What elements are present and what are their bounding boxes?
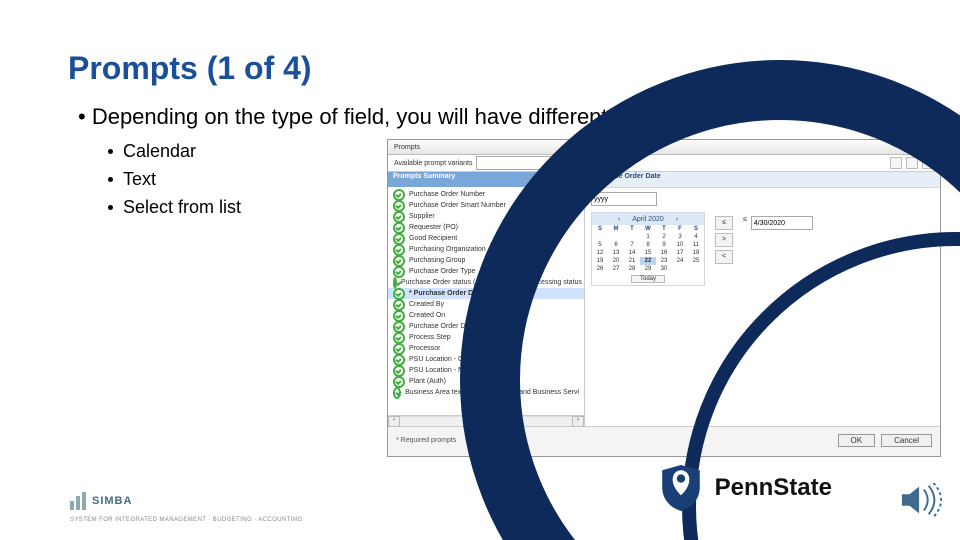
required-note: * Required prompts [396, 437, 456, 444]
pennstate-wordmark: PennState [715, 474, 832, 502]
sub-bullet: Select from list [123, 194, 241, 222]
check-icon [393, 277, 397, 289]
prompt-list-label: Purchase Order Smart Number [409, 202, 506, 209]
check-icon [393, 299, 405, 311]
check-icon [393, 266, 405, 278]
check-icon [393, 233, 405, 245]
sub-bullet: Calendar [123, 138, 196, 166]
check-icon [393, 189, 405, 201]
prompt-list-label: Purchasing Group [409, 257, 465, 264]
check-icon [393, 211, 405, 223]
check-icon [393, 321, 405, 333]
prompt-list-label: Process Step [409, 334, 451, 341]
sub-bullet-list: Calendar Text Select from list [108, 138, 241, 222]
prompt-list-label: Processor [409, 345, 441, 352]
pennstate-shield-icon [660, 464, 702, 512]
simba-logo: SIMBA [70, 492, 132, 510]
scroll-left-icon[interactable]: ‹ [388, 416, 400, 427]
prompt-list-label: Created By [409, 301, 444, 308]
prompt-list-label: Created On [409, 312, 445, 319]
check-icon [393, 200, 405, 212]
prompt-list-label: Purchasing Organization [409, 246, 486, 253]
check-icon [393, 255, 405, 267]
prompt-list-label: Requester (PO) [409, 224, 458, 231]
check-icon [393, 332, 405, 344]
check-icon [393, 376, 405, 388]
prompt-list-label: Purchase Order Type [409, 268, 475, 275]
simba-subtitle: SYSTEM FOR INTEGRATED MANAGEMENT · BUDGE… [70, 517, 303, 523]
check-icon [393, 222, 405, 234]
check-icon [393, 310, 405, 322]
check-icon [393, 343, 405, 355]
prompt-list-label: Plant (Auth) [409, 378, 446, 385]
check-icon [393, 365, 405, 377]
check-icon [393, 288, 405, 300]
check-icon [393, 387, 401, 399]
bars-icon [70, 492, 86, 510]
prompt-list-label: Supplier [409, 213, 435, 220]
dialog-title: Prompts [394, 144, 420, 151]
available-prompt-label: Available prompt variants [394, 160, 472, 167]
check-icon [393, 244, 405, 256]
slide-title: Prompts (1 of 4) [68, 50, 312, 87]
check-icon [393, 354, 405, 366]
sub-bullet: Text [123, 166, 156, 194]
prompt-list-label: Good Recipient [409, 235, 457, 242]
speaker-icon [900, 483, 942, 522]
prompt-list-label: Purchase Order Number [409, 191, 485, 198]
